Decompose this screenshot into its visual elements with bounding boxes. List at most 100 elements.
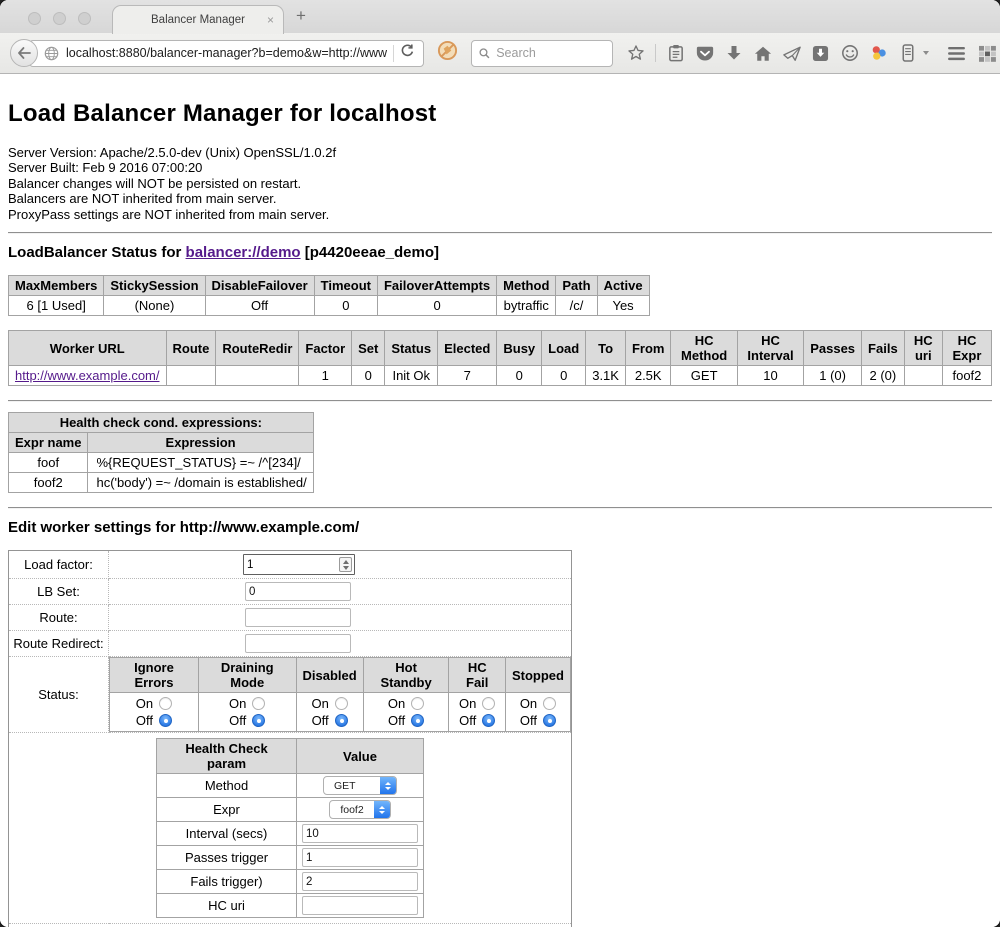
device-sync-button[interactable] [898, 44, 917, 63]
hot-standby-off-radio[interactable] [411, 714, 424, 727]
cell-hc-method: GET [671, 366, 737, 386]
chevron-down-icon[interactable] [923, 51, 929, 55]
hc-uri-label: HC uri [157, 894, 297, 918]
ignore-errors-off-radio[interactable] [159, 714, 172, 727]
expr-label: Expr [157, 798, 297, 822]
col-busy: Busy [497, 331, 542, 366]
cell-elected: 7 [438, 366, 497, 386]
search-box[interactable] [471, 40, 613, 67]
colorful-extension-button[interactable] [869, 44, 888, 63]
route-input[interactable] [245, 608, 351, 627]
fails-trigger-input[interactable] [302, 872, 418, 891]
select-arrows-icon [374, 801, 390, 818]
draining-mode-on-radio[interactable] [252, 697, 265, 710]
server-version-line: Server Version: Apache/2.5.0-dev (Unix) … [8, 145, 992, 160]
col-disabled: Disabled [296, 658, 363, 693]
cell-maxmembers: 6 [1 Used] [9, 296, 104, 316]
send-to-device-button[interactable] [782, 44, 801, 63]
tab-balancer-manager[interactable]: Balancer Manager × [112, 5, 284, 34]
lb-set-label: LB Set: [9, 579, 109, 605]
pocket-button[interactable] [695, 44, 714, 63]
col-passes: Passes [804, 331, 862, 366]
passes-trigger-input[interactable] [302, 848, 418, 867]
download-arrow-icon [726, 45, 742, 62]
col-hc-interval: HC Interval [737, 331, 803, 366]
lb-set-input[interactable] [245, 582, 351, 601]
on-label: On [311, 695, 328, 712]
cell-hc-expr: foof2 [942, 366, 991, 386]
load-factor-stepper [243, 554, 355, 575]
window-zoom-button[interactable] [78, 12, 91, 25]
persist-notice-line: Balancer changes will NOT be persisted o… [8, 176, 992, 191]
browser-window: Balancer Manager × + localhost:8880/bala… [0, 0, 1000, 927]
balancer-demo-link[interactable]: balancer://demo [186, 244, 301, 261]
disabled-off-radio[interactable] [335, 714, 348, 727]
expr-select[interactable]: foof2 [329, 800, 390, 819]
interval-input[interactable] [302, 824, 418, 843]
urlbar-divider [393, 45, 394, 62]
form-row-route: Route: [9, 605, 572, 631]
col-ignore-errors: Ignore Errors [110, 658, 199, 693]
table-row: http://www.example.com/ 1 0 Init Ok 7 0 … [9, 366, 992, 386]
search-input[interactable] [496, 46, 605, 60]
col-status: Status [385, 331, 438, 366]
hc-row-passes: Passes trigger [157, 846, 424, 870]
grid-icon [978, 45, 997, 62]
cell-disablefailover: Off [205, 296, 314, 316]
cell-routeredir [216, 366, 299, 386]
cell-worker-url: http://www.example.com/ [9, 366, 167, 386]
on-label: On [229, 695, 246, 712]
window-close-button[interactable] [28, 12, 41, 25]
cell-hc-interval: 10 [737, 366, 803, 386]
url-text[interactable]: localhost:8880/balancer-manager?b=demo&w… [66, 46, 387, 60]
number-stepper-icon[interactable] [339, 557, 352, 572]
worker-url-link[interactable]: http://www.example.com/ [15, 368, 160, 383]
chat-button[interactable] [840, 44, 859, 63]
tab-close-icon[interactable]: × [267, 13, 274, 27]
status-cell-ignore-errors: On Off [110, 693, 199, 732]
cell-method: bytraffic [497, 296, 556, 316]
bookmark-star-button[interactable] [626, 44, 645, 63]
off-label: Off [459, 712, 476, 729]
table-row: 6 [1 Used] (None) Off 0 0 bytraffic /c/ … [9, 296, 650, 316]
server-info: Server Version: Apache/2.5.0-dev (Unix) … [8, 145, 992, 222]
downloads-button[interactable] [724, 44, 743, 63]
cell-active: Yes [597, 296, 649, 316]
content-blocker-button[interactable] [437, 40, 458, 66]
col-routeredir: RouteRedir [216, 331, 299, 366]
route-redirect-input[interactable] [245, 634, 351, 653]
worker-table: Worker URL Route RouteRedir Factor Set S… [8, 330, 992, 386]
cell-load: 0 [542, 366, 586, 386]
status-cell-stopped: On Off [505, 693, 570, 732]
home-button[interactable] [753, 44, 772, 63]
load-factor-input[interactable] [244, 559, 339, 571]
stopped-on-radio[interactable] [543, 697, 556, 710]
disabled-on-radio[interactable] [335, 697, 348, 710]
tile-view-button[interactable] [978, 44, 997, 63]
reload-button[interactable] [400, 43, 423, 63]
draining-mode-off-radio[interactable] [252, 714, 265, 727]
new-tab-button[interactable]: + [296, 6, 306, 26]
select-arrows-icon [380, 777, 396, 794]
save-to-panel-button[interactable] [811, 44, 830, 63]
menu-button[interactable] [947, 44, 966, 63]
back-button[interactable] [10, 39, 38, 67]
color-dots-icon [870, 44, 888, 62]
window-minimize-button[interactable] [53, 12, 66, 25]
ignore-errors-on-radio[interactable] [159, 697, 172, 710]
hc-fail-off-radio[interactable] [482, 714, 495, 727]
hc-row-expr: Expr foof2 [157, 798, 424, 822]
cell-to: 3.1K [586, 366, 626, 386]
stopped-off-radio[interactable] [543, 714, 556, 727]
col-value: Value [297, 739, 424, 774]
on-label: On [459, 695, 476, 712]
cell-fails: 2 (0) [862, 366, 905, 386]
method-select[interactable]: GET [323, 776, 397, 795]
url-bar[interactable]: localhost:8880/balancer-manager?b=demo&w… [29, 40, 424, 67]
reading-list-button[interactable] [666, 44, 685, 63]
hc-fail-on-radio[interactable] [482, 697, 495, 710]
hot-standby-on-radio[interactable] [411, 697, 424, 710]
hc-uri-input[interactable] [302, 896, 418, 915]
col-set: Set [352, 331, 385, 366]
col-expr-name: Expr name [9, 433, 88, 453]
